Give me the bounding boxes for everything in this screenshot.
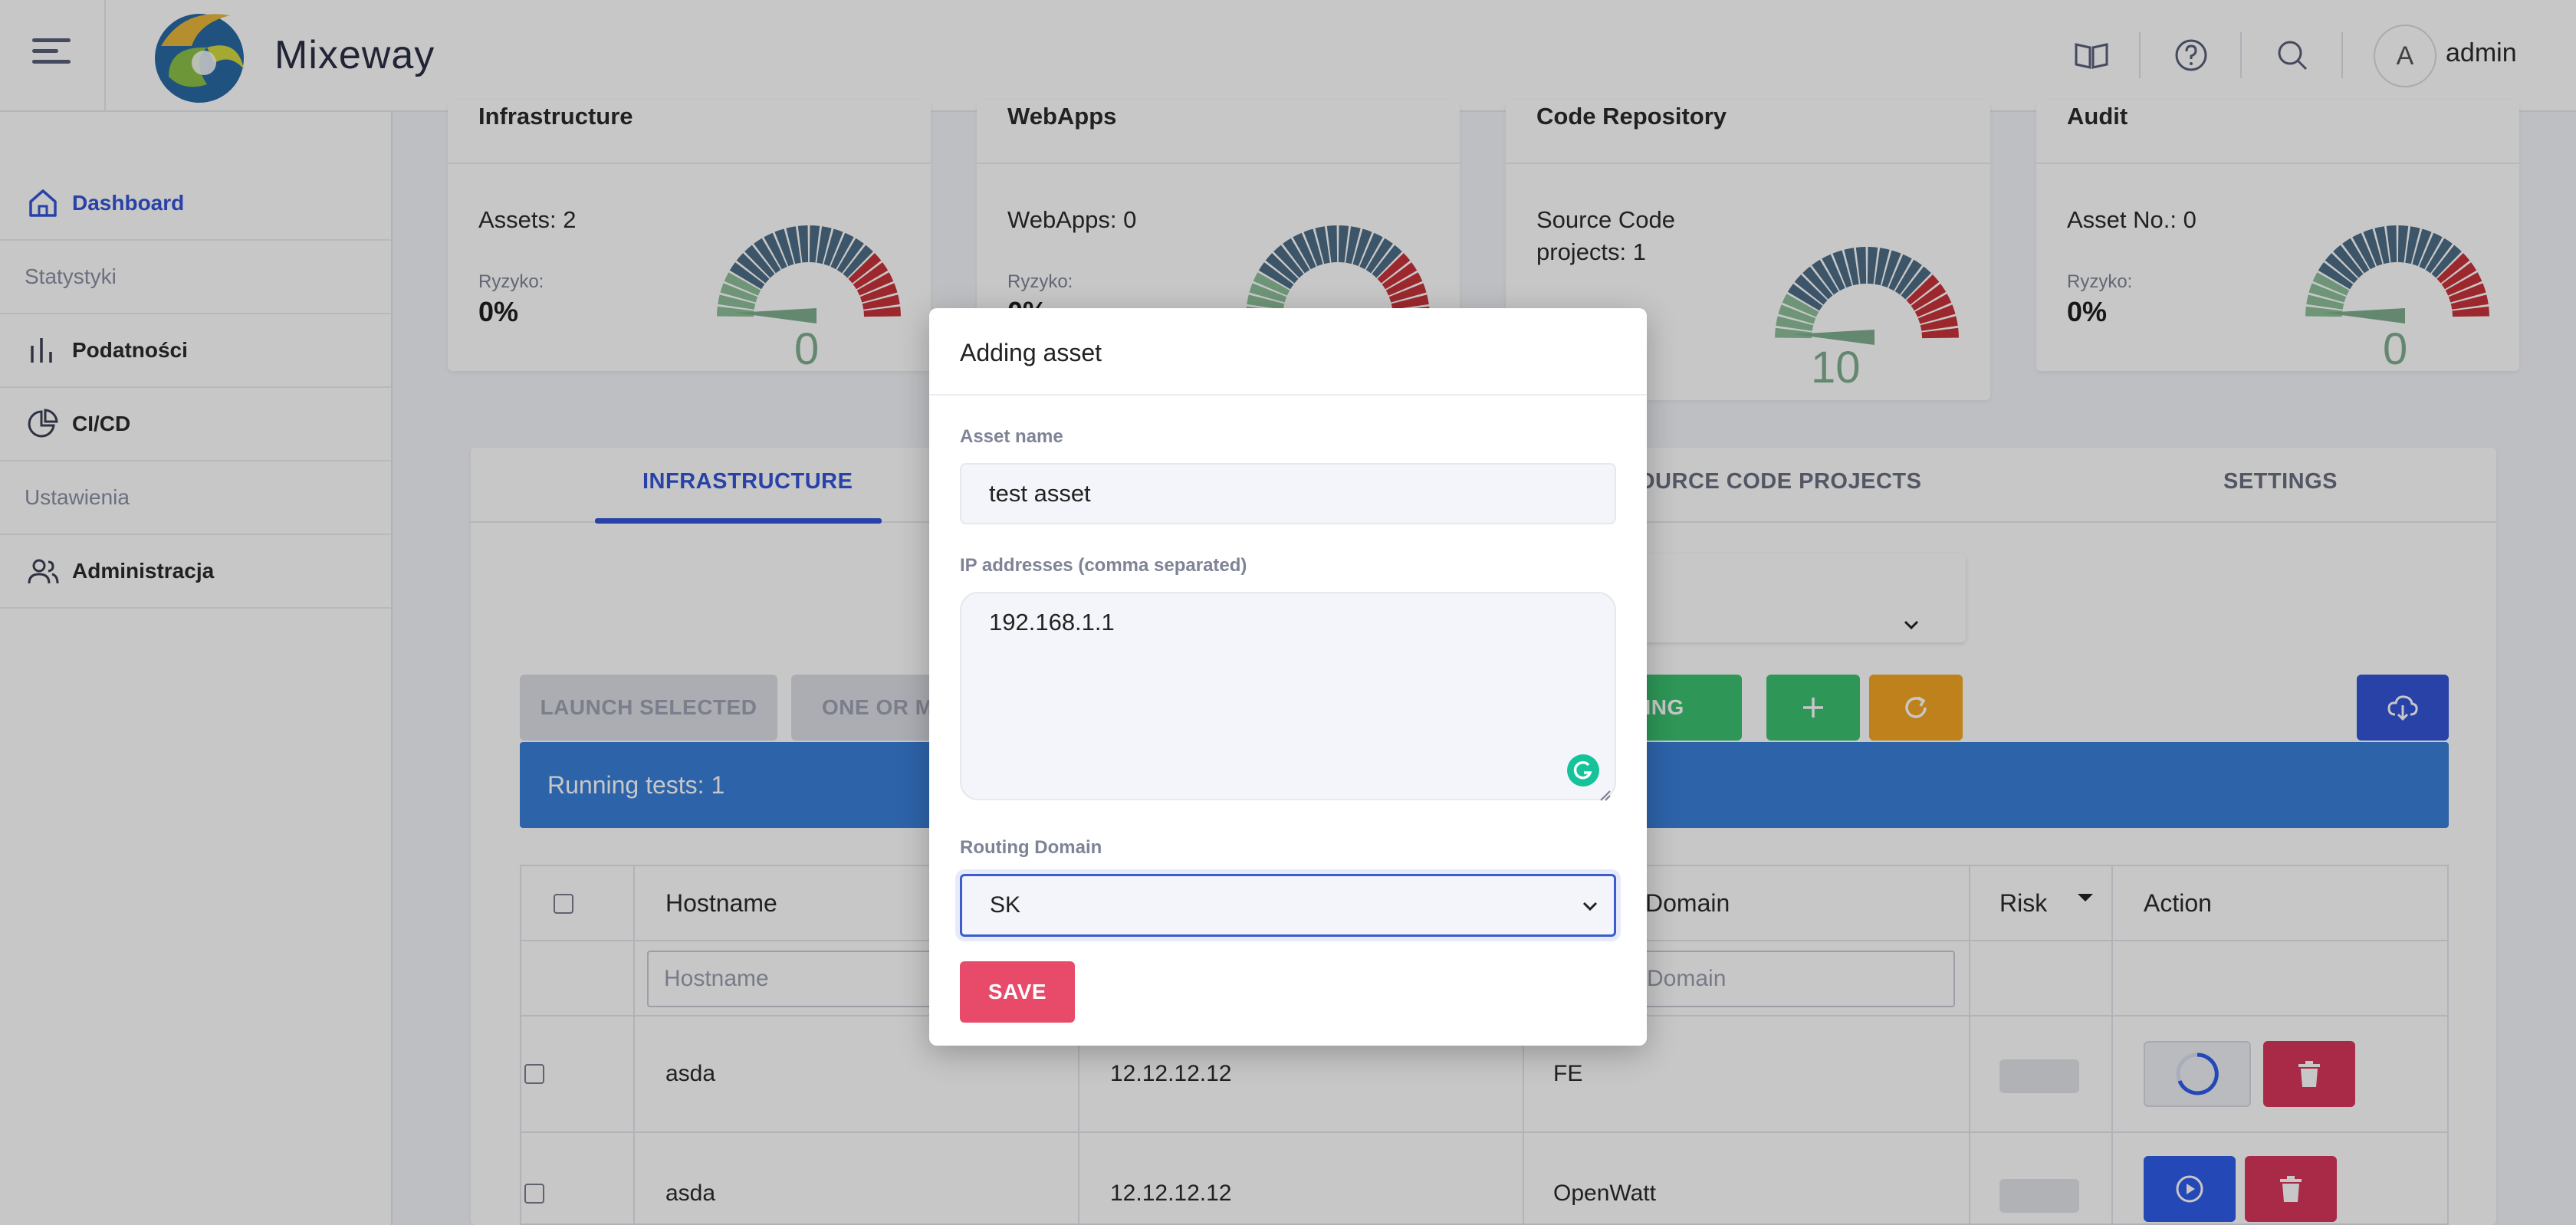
chevron-down-icon (1582, 902, 1598, 911)
modal-divider (929, 394, 1647, 396)
grammarly-icon[interactable] (1567, 754, 1599, 787)
resize-handle-icon[interactable] (1598, 788, 1612, 802)
routing-domain-label: Routing Domain (960, 837, 1102, 858)
ip-addresses-textarea[interactable]: 192.168.1.1 (960, 592, 1616, 800)
asset-name-label: Asset name (960, 426, 1063, 447)
modal-title: Adding asset (960, 339, 1102, 366)
add-asset-modal: Adding asset Asset name test asset IP ad… (929, 308, 1647, 1046)
ip-addresses-label: IP addresses (comma separated) (960, 555, 1247, 576)
routing-domain-select[interactable]: SK (960, 874, 1616, 937)
asset-name-input[interactable]: test asset (960, 463, 1616, 524)
routing-domain-value: SK (990, 892, 1021, 918)
save-button[interactable]: SAVE (960, 961, 1075, 1023)
